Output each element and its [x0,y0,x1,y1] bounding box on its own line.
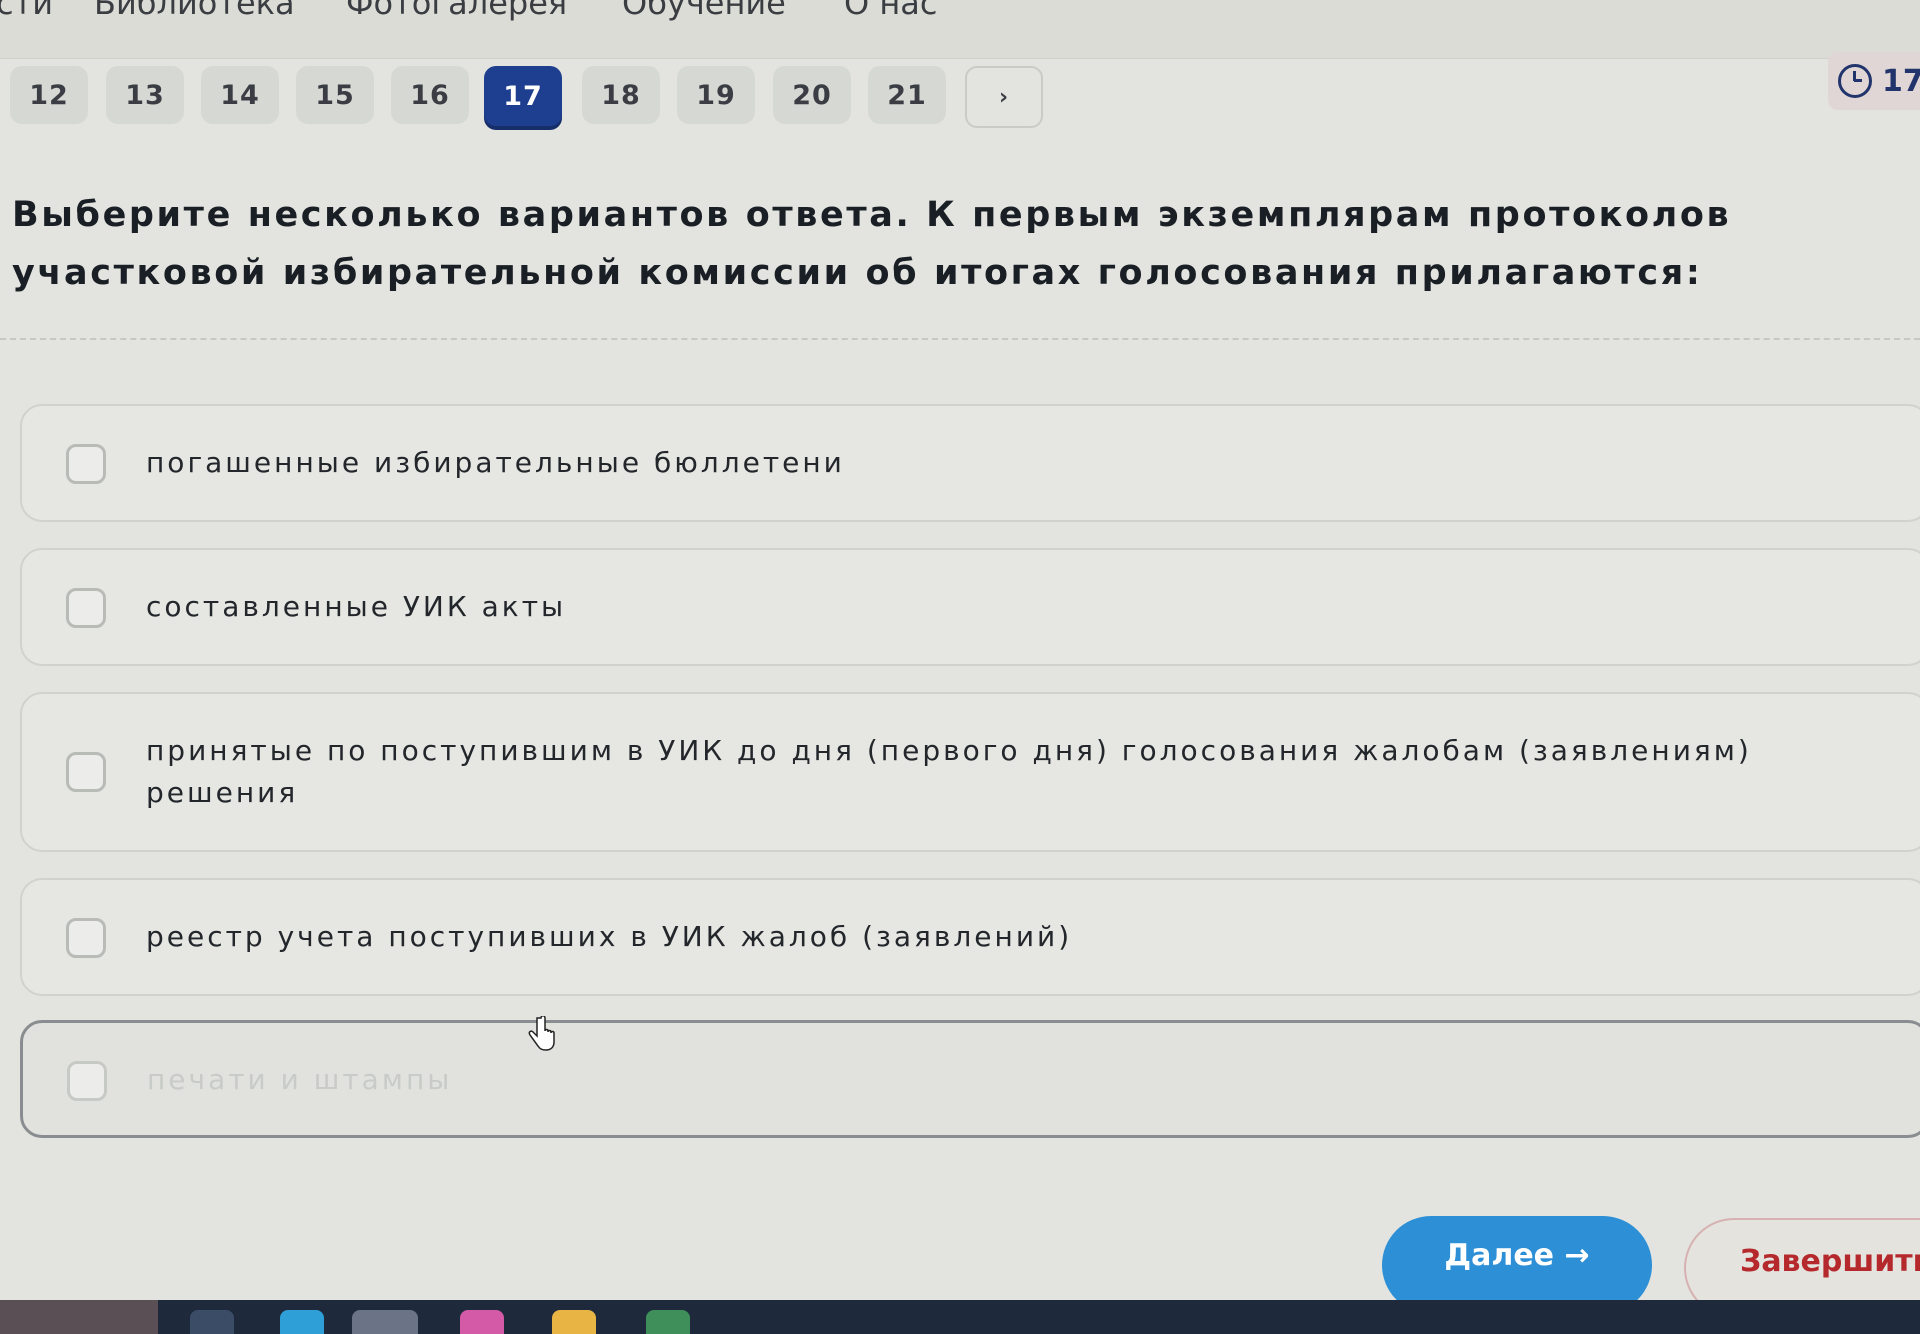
nav-item-library[interactable]: Библиотека [94,0,295,22]
taskbar-browser-icon[interactable] [280,1310,324,1334]
page-button-21[interactable]: 21 [868,66,946,124]
page-button-16[interactable]: 16 [391,66,469,124]
option-checkbox[interactable] [66,918,106,958]
page-button-14[interactable]: 14 [201,66,279,124]
option-checkbox[interactable] [67,1061,107,1101]
option-label: составленные УИК акты [146,590,567,623]
clock-icon [1838,64,1872,98]
option-checkbox[interactable] [66,752,106,792]
taskbar-app-icon[interactable] [190,1310,234,1334]
taskbar-wallpaper-thumb [0,1300,158,1334]
taskbar-yandex-icon[interactable] [352,1310,418,1334]
nav-item-about[interactable]: О нас [844,0,937,22]
option-3[interactable]: принятые по поступившим в УИК до дня (пе… [20,692,1920,852]
taskbar-excel-icon[interactable] [646,1310,690,1334]
option-checkbox[interactable] [66,588,106,628]
question-text: Выберите несколько вариантов ответа. К п… [12,195,1732,293]
option-label: реестр учета поступивших в УИК жалоб (за… [146,920,1073,953]
taskbar [0,1300,1920,1334]
timer-text: 17 [1882,63,1920,99]
taskbar-chrome-icon[interactable] [460,1310,504,1334]
option-2[interactable]: составленные УИК акты [20,548,1920,666]
page-button-15[interactable]: 15 [296,66,374,124]
option-1[interactable]: погашенные избирательные бюллетени [20,404,1920,522]
page-button-17-current[interactable]: 17 [484,66,562,126]
option-label: печати и штампы [147,1063,453,1096]
option-label: принятые по поступившим в УИК до дня (пе… [146,734,1752,809]
timer: 17 [1828,52,1920,110]
nav-item-gallery[interactable]: Фотогалерея [346,0,567,22]
option-4[interactable]: реестр учета поступивших в УИК жалоб (за… [20,878,1920,996]
next-page-button[interactable]: › [965,66,1043,128]
page-button-13[interactable]: 13 [106,66,184,124]
option-checkbox[interactable] [66,444,106,484]
divider [0,338,1920,340]
nav-item-learning[interactable]: Обучение [622,0,786,22]
page-button-20[interactable]: 20 [773,66,851,124]
page-button-18[interactable]: 18 [582,66,660,124]
top-navigation: сти Библиотека Фотогалерея Обучение О на… [0,0,1920,59]
hand-cursor-icon [528,1016,555,1051]
page-button-19[interactable]: 19 [677,66,755,124]
option-label: погашенные избирательные бюллетени [146,446,845,479]
taskbar-folder-icon[interactable] [552,1310,596,1334]
option-5[interactable]: печати и штампы [20,1020,1920,1138]
page-button-12[interactable]: 12 [10,66,88,124]
nav-item-events[interactable]: сти [0,0,53,22]
